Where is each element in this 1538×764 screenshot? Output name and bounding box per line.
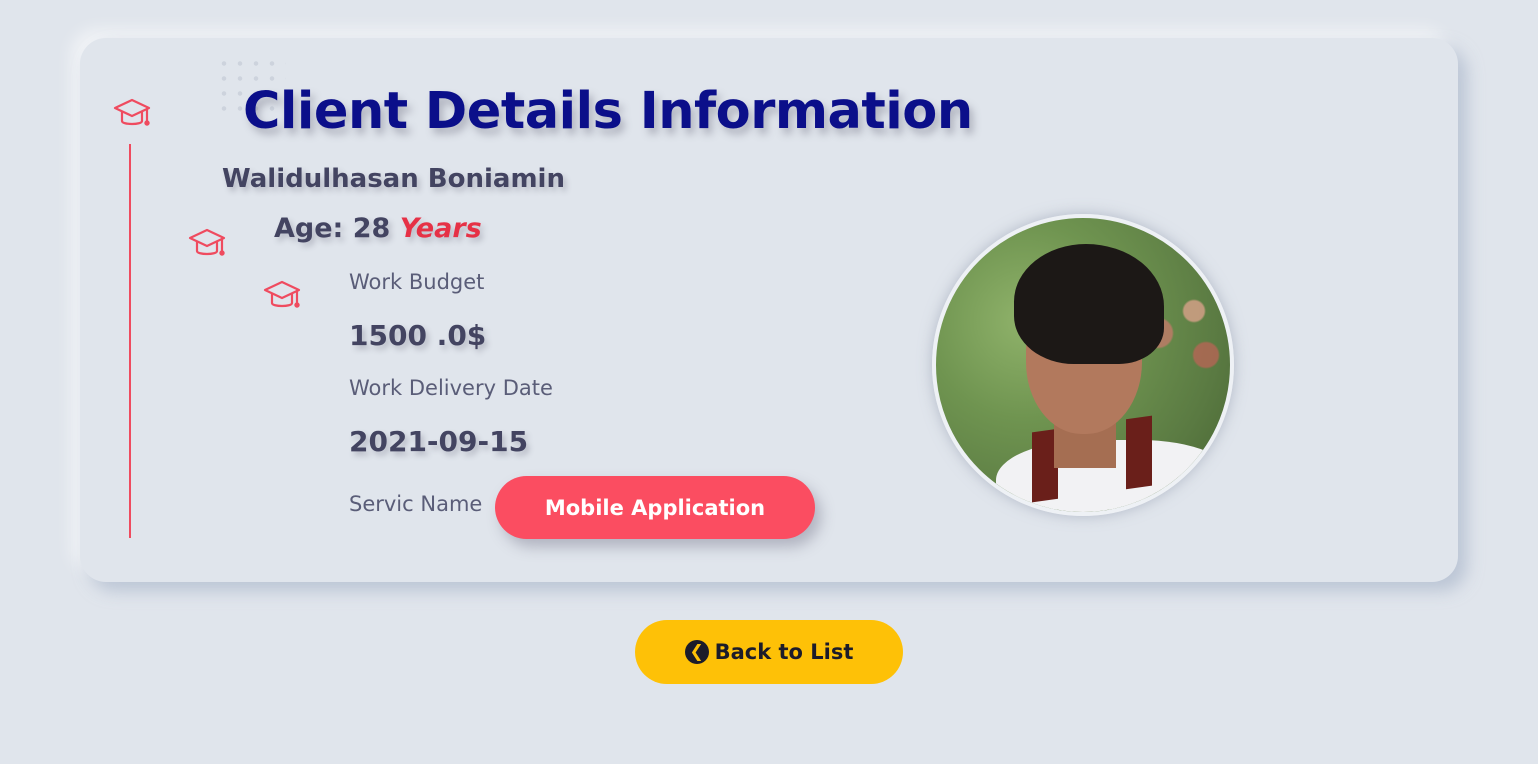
back-to-list-label: Back to List [714, 640, 854, 664]
arrow-circle-left-icon: ❮ [684, 640, 709, 664]
work-budget-value: 1500 .0$ [349, 319, 487, 352]
back-to-list-button[interactable]: ❮ Back to List [635, 620, 903, 684]
client-age: Age: 28 Years [274, 213, 482, 244]
client-name: Walidulhasan Boniamin [222, 164, 565, 194]
age-value: 28 [352, 213, 391, 244]
delivery-date-value: 2021-09-15 [349, 425, 529, 458]
graduation-cap-icon [262, 278, 302, 312]
timeline-line [129, 144, 131, 538]
work-budget-label: Work Budget [349, 270, 485, 294]
age-label: Age: [274, 213, 344, 244]
service-name-label: Servic Name [349, 492, 483, 516]
delivery-date-label: Work Delivery Date [349, 376, 553, 400]
service-name-badge[interactable]: Mobile Application [495, 476, 815, 539]
graduation-cap-icon [112, 96, 152, 130]
graduation-cap-icon [187, 226, 227, 260]
client-avatar [932, 214, 1234, 516]
page-title: Client Details Information [243, 82, 973, 141]
age-unit: Years [399, 213, 482, 244]
